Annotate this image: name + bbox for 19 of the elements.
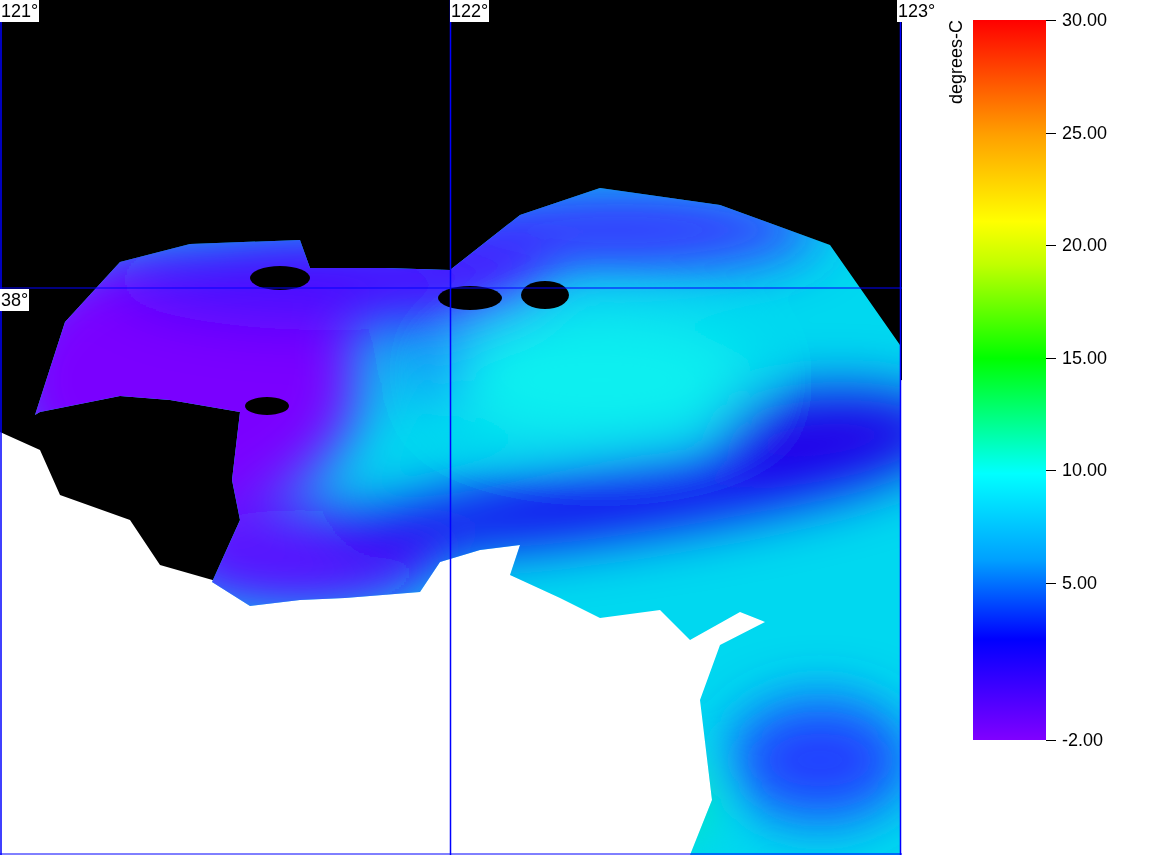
tick-label: -2.00 [1062, 730, 1104, 750]
tick-label: 30.00 [1062, 10, 1108, 30]
colorbar-title: degrees-C [947, 20, 965, 105]
tick-mark [1046, 582, 1056, 584]
longitude-label: 122° [450, 0, 490, 22]
longitude-label: 121° [0, 0, 40, 22]
tick-label: 5.00 [1062, 572, 1098, 593]
tick-mark [1046, 740, 1056, 741]
tick-label: 20.00 [1062, 235, 1108, 255]
tick-label: 15.00 [1062, 347, 1108, 368]
tick-mark [1046, 470, 1056, 471]
tick-mark [1046, 357, 1056, 359]
tick-mark [1046, 245, 1056, 246]
longitude-label: 123° [897, 0, 937, 22]
tick-label: 25.00 [1062, 122, 1108, 143]
latitude-label: 38° [0, 289, 30, 311]
tick-mark [1046, 20, 1056, 21]
tick-label: 10.00 [1062, 460, 1108, 480]
tick-mark [1046, 132, 1056, 134]
